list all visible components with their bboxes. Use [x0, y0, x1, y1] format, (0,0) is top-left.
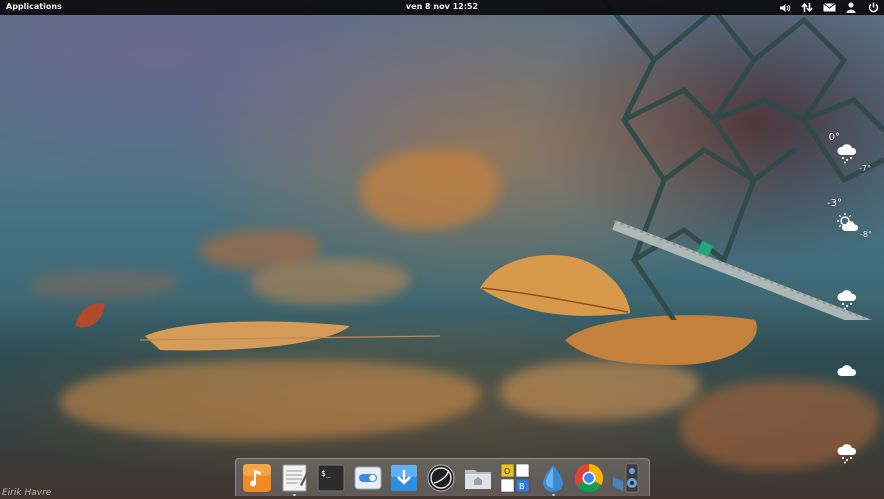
snow-cloud-icon [836, 288, 858, 314]
chrome-icon[interactable] [574, 463, 604, 493]
text-editor-icon[interactable] [280, 463, 310, 493]
weather-low-temp: -8° [860, 230, 872, 239]
audio-speaker-icon[interactable] [611, 463, 641, 493]
weather-high-temp: -3° [827, 198, 842, 209]
snow-cloud-icon [836, 142, 858, 168]
applications-menu-button[interactable]: Applications [6, 2, 62, 11]
wallpaper-credit: Eirik Havre [2, 488, 52, 498]
settings-switch-icon[interactable] [353, 463, 383, 493]
download-manager-icon[interactable] [389, 463, 419, 493]
network-icon[interactable] [796, 0, 818, 15]
snow-cloud-icon [836, 442, 858, 468]
power-icon[interactable] [862, 0, 884, 15]
running-indicator [293, 494, 296, 496]
mail-icon[interactable] [818, 0, 840, 15]
office-icon[interactable]: OB [500, 463, 530, 493]
svg-text:$_: $_ [321, 469, 331, 478]
user-icon[interactable] [840, 0, 862, 15]
cloud-icon [836, 362, 858, 382]
volume-icon[interactable] [774, 0, 796, 15]
weather-widget: 0° -7° -3° -8° [814, 130, 884, 470]
running-indicator [552, 494, 555, 496]
terminal-icon[interactable]: $_ [316, 463, 346, 493]
sun-cloud-icon [836, 212, 860, 238]
desktop-wallpaper [0, 0, 884, 499]
weather-low-temp: -7° [859, 164, 871, 173]
svg-text:O: O [504, 467, 510, 476]
water-drop-icon[interactable] [538, 463, 568, 493]
dock: $_ OB [235, 458, 650, 496]
elementary-icon[interactable] [426, 463, 456, 493]
svg-text:B: B [519, 482, 525, 491]
indicator-area [774, 0, 884, 15]
music-player-icon[interactable] [242, 463, 272, 493]
clock[interactable]: ven 8 nov 12:52 [406, 2, 478, 11]
top-panel: Applications ven 8 nov 12:52 [0, 0, 884, 15]
file-manager-icon[interactable] [463, 463, 493, 493]
